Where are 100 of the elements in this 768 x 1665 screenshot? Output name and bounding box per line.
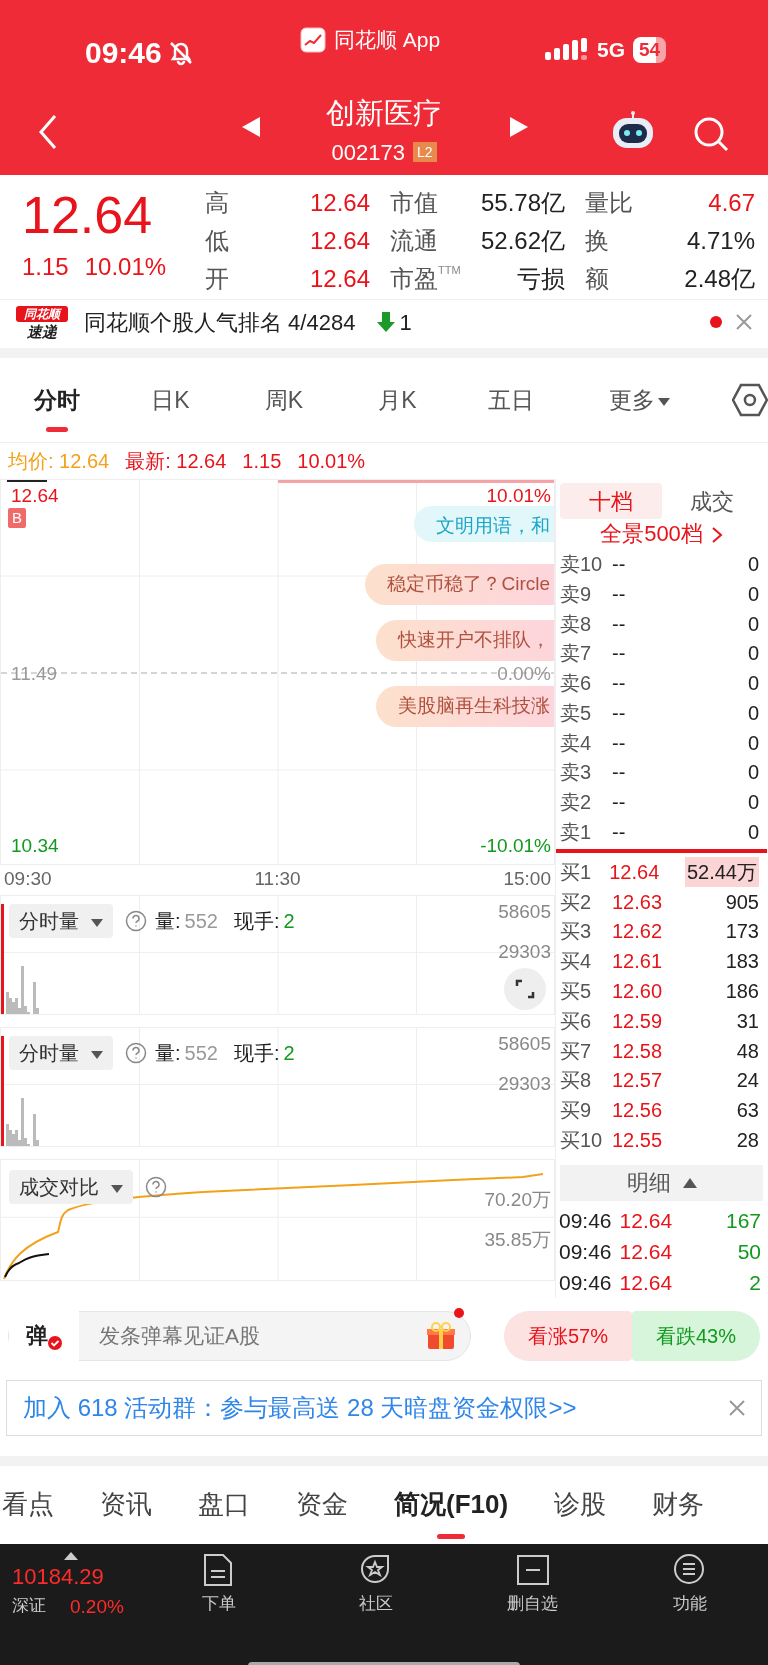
- battery-level: 54: [633, 36, 667, 63]
- down-arrow-icon: [377, 311, 396, 333]
- order-price: 12.57: [612, 1068, 664, 1094]
- level-label: 卖9: [560, 581, 593, 607]
- app-name: 同花顺 App: [334, 27, 441, 53]
- trade-price: 12.64: [619, 1207, 673, 1234]
- help-icon[interactable]: [125, 1042, 147, 1064]
- order-price: 12.63: [612, 889, 664, 915]
- nav-item[interactable]: 删自选: [454, 1551, 611, 1618]
- help-icon[interactable]: [125, 910, 147, 932]
- level-label: 买3: [560, 919, 593, 945]
- up-triangle-icon: [64, 1551, 78, 1560]
- axis-label: 58605: [498, 900, 551, 924]
- section-tab[interactable]: 看点: [2, 1466, 54, 1543]
- axis-label: 0.00%: [497, 662, 551, 686]
- hand-value: 2: [283, 1041, 295, 1066]
- level-label: 买9: [560, 1098, 593, 1124]
- section-tab[interactable]: 诊股: [554, 1466, 607, 1543]
- section-tab[interactable]: 资金: [296, 1466, 348, 1543]
- next-icon[interactable]: [508, 116, 530, 138]
- settings-icon[interactable]: [732, 383, 768, 417]
- bell-off-icon: [167, 39, 194, 66]
- stat-value: 2.48亿: [683, 264, 755, 294]
- section-tab[interactable]: 盘口: [198, 1466, 250, 1543]
- order-volume: 0: [746, 700, 759, 726]
- axis-label: 11.49: [11, 662, 58, 686]
- chart-tab[interactable]: 五日: [454, 358, 568, 442]
- chart-tab[interactable]: 周K: [227, 358, 341, 442]
- back-icon[interactable]: [38, 114, 58, 150]
- hand-label: 现手:: [233, 909, 280, 934]
- section-tab[interactable]: 简况(F10): [394, 1466, 509, 1543]
- comment-input[interactable]: 发条弹幕见证A股: [97, 1319, 397, 1353]
- order-price: --: [612, 730, 627, 756]
- book-tab[interactable]: 十档: [560, 483, 662, 519]
- order-volume: 52.44万: [684, 856, 759, 887]
- nav-item[interactable]: 功能: [611, 1551, 768, 1618]
- chart-tab[interactable]: 月K: [340, 358, 455, 442]
- order-price: 12.55: [612, 1128, 664, 1154]
- comment-field[interactable]: 弹 发条弹幕见证A股: [8, 1310, 471, 1361]
- price-change: 1.15: [22, 252, 69, 282]
- expand-button[interactable]: [504, 968, 546, 1010]
- order-price: 12.60: [612, 979, 664, 1005]
- level-label: 卖7: [560, 641, 593, 667]
- order-price: 12.62: [612, 919, 664, 945]
- level-label: 买10: [560, 1128, 604, 1154]
- buy-marker: B: [8, 508, 26, 528]
- trade-price: 12.64: [619, 1269, 673, 1296]
- order-price: 12.61: [612, 949, 664, 975]
- chart-tab[interactable]: 更多: [567, 358, 713, 442]
- price-info: 均价: 12.64: [8, 449, 110, 474]
- previous-icon[interactable]: [240, 116, 262, 138]
- indicator-dropdown[interactable]: 分时量: [9, 1036, 113, 1070]
- index-name: 深证: [12, 1594, 46, 1617]
- list-circle-icon: [672, 1552, 707, 1587]
- close-icon[interactable]: [736, 314, 752, 330]
- price-info: 1.15: [242, 449, 282, 474]
- book-tab[interactable]: 成交: [661, 483, 763, 519]
- axis-label: 12.64: [11, 484, 59, 508]
- stat-value: 亏损: [516, 264, 565, 294]
- order-price: --: [612, 820, 627, 846]
- order-volume: 0: [746, 790, 759, 816]
- comment-label: 弹: [26, 1322, 48, 1351]
- robot-icon[interactable]: [610, 110, 656, 150]
- stat-label: 开: [205, 264, 229, 294]
- nav-item[interactable]: 下单: [140, 1551, 297, 1618]
- trade-price: 12.64: [619, 1238, 673, 1265]
- help-icon[interactable]: [145, 1176, 167, 1198]
- indicator-dropdown[interactable]: 分时量: [9, 904, 113, 938]
- trade-time: 09:46: [559, 1269, 612, 1296]
- close-icon[interactable]: [729, 1399, 745, 1416]
- order-volume: 173: [724, 919, 759, 945]
- app-icon: [300, 26, 326, 53]
- depth-link[interactable]: 全景500档: [600, 521, 723, 546]
- level-label: 买2: [560, 889, 593, 915]
- chart-tab[interactable]: 日K: [113, 358, 228, 442]
- axis-label: 70.20万: [484, 1188, 551, 1212]
- stat-label: 流通: [390, 226, 438, 256]
- stat-value: 12.64: [308, 226, 370, 256]
- stat-value: 4.67: [707, 188, 755, 218]
- stat-label: 低: [205, 226, 229, 256]
- vote-button[interactable]: 看涨57%: [504, 1310, 632, 1361]
- sort-up-icon: [682, 1177, 697, 1188]
- section-tab[interactable]: 财务: [652, 1466, 705, 1543]
- order-price: --: [612, 671, 627, 697]
- axis-label: -10.01%: [480, 833, 551, 858]
- time-label: 11:30: [254, 867, 301, 891]
- order-volume: 0: [746, 671, 759, 697]
- nav-item[interactable]: 社区: [297, 1551, 454, 1618]
- chart-tab[interactable]: 分时: [0, 358, 114, 442]
- logo-text: 同花顺: [16, 305, 68, 322]
- search-icon[interactable]: [693, 116, 729, 152]
- order-volume: 0: [746, 641, 759, 667]
- trade-volume: 2: [749, 1269, 761, 1296]
- order-volume: 24: [735, 1068, 759, 1094]
- axis-label: 29303: [498, 1072, 551, 1096]
- gift-icon[interactable]: [426, 1320, 456, 1351]
- section-tab[interactable]: 资讯: [100, 1466, 152, 1543]
- indicator-dropdown[interactable]: 成交对比: [9, 1170, 133, 1204]
- stat-value: 12.64: [308, 188, 370, 218]
- stat-label: 量比: [585, 188, 633, 218]
